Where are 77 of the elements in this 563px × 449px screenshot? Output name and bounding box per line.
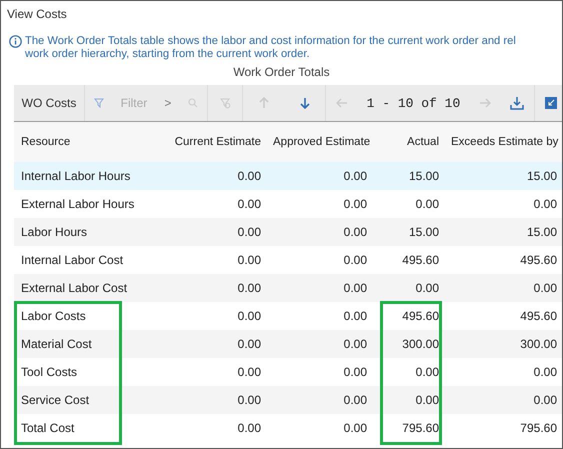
info-text: The Work Order Totals table shows the labor and cost information for the current work order and rel xyxy=(25,35,517,48)
filter-icon[interactable] xyxy=(94,98,104,108)
table-cell-text: 795.60 xyxy=(519,421,558,435)
table-cell-text: 0.00 xyxy=(236,421,262,435)
table-cell-text: Material Cost xyxy=(20,337,93,351)
column-header[interactable]: Actual xyxy=(372,136,444,148)
column-header[interactable]: Approved Estimate xyxy=(266,136,372,148)
dialog-title: View Costs xyxy=(6,6,68,23)
table-cell-text: 0.00 xyxy=(342,309,368,323)
arrow-up-icon[interactable] xyxy=(258,97,270,109)
column-header[interactable]: Exceeds Estimate by xyxy=(444,136,562,148)
table-cell-text: 0.00 xyxy=(342,337,368,351)
table-cell-text: 300.00 xyxy=(519,337,558,351)
table-cell-text: 0.00 xyxy=(236,365,262,379)
table-cell-text: 0.00 xyxy=(236,169,262,183)
table-cell-text: Internal Labor Cost xyxy=(20,253,124,267)
table-cell-text: 0.00 xyxy=(414,393,440,407)
arrow-down-icon[interactable] xyxy=(298,97,310,109)
collapse-icon[interactable] xyxy=(545,97,557,109)
table-cell-text: 0.00 xyxy=(342,281,368,295)
expand-button[interactable]: > xyxy=(164,96,172,110)
table-cell-text: 0.00 xyxy=(532,365,558,379)
table-cell-text: 0.00 xyxy=(236,337,262,351)
table-label: WO Costs xyxy=(22,96,76,110)
table-title: Work Order Totals xyxy=(233,65,330,79)
arrow-left-icon[interactable] xyxy=(336,97,348,109)
table-cell-text: 495.60 xyxy=(519,309,558,323)
table-cell-text: 0.00 xyxy=(532,197,558,211)
table-cell-text: 795.60 xyxy=(401,421,440,435)
table-row[interactable]: Material Cost 0.00 0.00 300.00 300.00 xyxy=(14,330,562,358)
table-cell-text: 0.00 xyxy=(532,281,558,295)
table-cell-text: Internal Labor Hours xyxy=(20,169,132,183)
info-icon xyxy=(9,35,22,48)
table-cell-text: Labor Hours xyxy=(20,225,88,239)
pagination-text: 1 - 10 of 10 xyxy=(366,96,460,110)
table-cell-text: 0.00 xyxy=(342,421,368,435)
table-cell-text: 0.00 xyxy=(342,393,368,407)
info-text: work order hierarchy, starting from the current work order. xyxy=(25,48,311,61)
table-cell-text: 15.00 xyxy=(526,225,558,239)
table-cell-text: External Labor Hours xyxy=(20,197,136,211)
table-cell-text: 15.00 xyxy=(408,169,440,183)
table-cell-text: Tool Costs xyxy=(20,365,78,379)
table-cell-text: 0.00 xyxy=(236,197,262,211)
clear-filter-icon[interactable] xyxy=(220,98,230,108)
table-cell-text: Service Cost xyxy=(20,393,90,407)
table-cell-text: 0.00 xyxy=(342,365,368,379)
table-cell-text: 495.60 xyxy=(401,309,440,323)
table-cell-text: 0.00 xyxy=(414,197,440,211)
table-cell-text: 15.00 xyxy=(526,169,558,183)
table-cell-text: 0.00 xyxy=(236,225,262,239)
table-cell-text: External Labor Cost xyxy=(20,281,128,295)
table-cell-text: Labor Costs xyxy=(20,309,87,323)
table-cell-text: 0.00 xyxy=(532,393,558,407)
table-cell-text: 15.00 xyxy=(408,225,440,239)
table-cell-text: 0.00 xyxy=(236,309,262,323)
column-header[interactable]: Current Estimate xyxy=(164,136,266,148)
table-cell-text: 0.00 xyxy=(342,197,368,211)
download-icon[interactable] xyxy=(510,96,524,110)
table-cell-text: 495.60 xyxy=(401,253,440,267)
table-row[interactable]: Service Cost 0.00 0.00 0.00 0.00 xyxy=(14,386,562,414)
search-icon[interactable] xyxy=(188,98,198,108)
table-cell-text: 0.00 xyxy=(236,281,262,295)
arrow-right-icon[interactable] xyxy=(479,97,492,109)
table-cell-text: 300.00 xyxy=(401,337,440,351)
table-cell-text: 495.60 xyxy=(519,253,558,267)
table-cell-text: 0.00 xyxy=(236,253,262,267)
table-cell-text: 0.00 xyxy=(342,253,368,267)
table-cell-text: Total Cost xyxy=(20,421,76,435)
table-row[interactable]: External Labor Cost 0.00 0.00 0.00 0.00 xyxy=(14,274,562,302)
table-cell-text: 0.00 xyxy=(414,281,440,295)
table-row[interactable]: Internal Labor Hours 0.00 0.00 15.00 15.00 xyxy=(14,162,562,190)
table-row[interactable]: Labor Hours 0.00 0.00 15.00 15.00 xyxy=(14,218,562,246)
table-cell-text: 0.00 xyxy=(342,225,368,239)
column-header[interactable]: Resource xyxy=(14,136,164,148)
table-cell-text: 0.00 xyxy=(414,365,440,379)
table-cell-text: 0.00 xyxy=(236,393,262,407)
table-cell-text: 0.00 xyxy=(342,169,368,183)
